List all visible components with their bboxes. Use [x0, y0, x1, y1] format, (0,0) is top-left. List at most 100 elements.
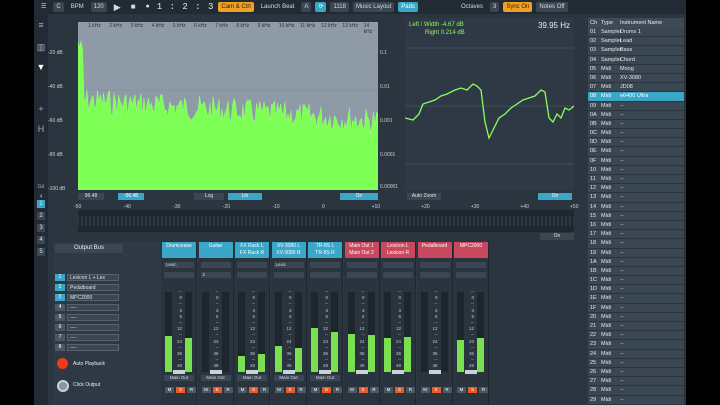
- output-bus-item[interactable]: 3 MPC2000: [55, 294, 119, 301]
- record-arm-button[interactable]: R: [442, 387, 452, 393]
- table-row[interactable]: 1D Midi --: [588, 285, 684, 295]
- mute-button[interactable]: M: [165, 387, 174, 393]
- table-row[interactable]: 22 Midi --: [588, 331, 684, 341]
- keyboard-icon[interactable]: ▥: [36, 42, 46, 52]
- main-out-select[interactable]: Main Out: [200, 375, 231, 381]
- output-bus-number[interactable]: 7: [55, 334, 65, 341]
- table-row[interactable]: 24 Midi --: [588, 349, 684, 359]
- output-bus-number[interactable]: 5: [55, 314, 65, 321]
- launch-beat-value[interactable]: A: [301, 2, 312, 12]
- main-out-select[interactable]: Main Out: [237, 375, 267, 381]
- send-select[interactable]: [237, 262, 267, 268]
- table-row[interactable]: 23 Midi --: [588, 340, 684, 350]
- record-icon[interactable]: ●: [143, 2, 153, 12]
- device-select[interactable]: 1118: [330, 2, 349, 12]
- table-row[interactable]: 26 Midi --: [588, 367, 684, 378]
- channel-number[interactable]: [419, 272, 450, 278]
- spectrum-on-button[interactable]: On: [340, 193, 378, 200]
- output-bus-item[interactable]: 8 ----: [55, 344, 119, 351]
- filter-icon[interactable]: ▼: [36, 62, 46, 72]
- fader-handle[interactable]: [246, 370, 258, 374]
- solo-button[interactable]: S: [249, 387, 258, 393]
- bars-icon[interactable]: ≡: [36, 20, 46, 30]
- mute-button[interactable]: M: [420, 387, 430, 393]
- c-button[interactable]: C: [53, 2, 64, 12]
- table-row[interactable]: 06 Midi XV-3080: [588, 73, 684, 84]
- table-row[interactable]: 16 Midi --: [588, 220, 684, 231]
- fader-handle[interactable]: [392, 370, 404, 374]
- send-select[interactable]: [346, 262, 377, 268]
- rail-number-button[interactable]: 2: [37, 212, 45, 220]
- output-bus-item[interactable]: 2 Pedalboard: [55, 284, 119, 291]
- table-row[interactable]: 18 Midi --: [588, 239, 684, 249]
- solo-button[interactable]: S: [212, 387, 222, 393]
- channel-number[interactable]: 2: [200, 272, 231, 278]
- channel-title[interactable]: Pedalboard: [417, 242, 452, 258]
- channel-title[interactable]: MPC2000: [454, 242, 488, 258]
- rail-number-button[interactable]: 5: [37, 248, 45, 256]
- mute-button[interactable]: M: [201, 387, 211, 393]
- fader-handle[interactable]: [209, 370, 222, 374]
- channel-title[interactable]: Lexicon L Lexicon R: [381, 242, 415, 258]
- mute-button[interactable]: M: [347, 387, 357, 393]
- table-row[interactable]: 07 Midi JD08: [588, 83, 684, 93]
- output-bus-number[interactable]: 6: [55, 324, 65, 331]
- solo-button[interactable]: S: [395, 387, 404, 393]
- record-arm-button[interactable]: R: [333, 387, 342, 393]
- table-row[interactable]: 03 Sampler Bass: [588, 46, 684, 56]
- cam-ctrl-button[interactable]: Cam & Ctrl: [218, 2, 254, 12]
- record-arm-button[interactable]: R: [223, 387, 233, 393]
- table-row[interactable]: 0E Midi --: [588, 147, 684, 157]
- pads-button[interactable]: Pads: [398, 2, 418, 12]
- rail-number-button[interactable]: 4: [37, 236, 45, 244]
- channel-number[interactable]: [164, 272, 194, 278]
- mute-button[interactable]: M: [274, 387, 284, 393]
- output-bus-item[interactable]: 6 ----: [55, 324, 119, 331]
- spectrum-range-button[interactable]: 96.48: [78, 193, 104, 200]
- fader-handle[interactable]: [428, 370, 441, 374]
- table-row[interactable]: 27 Midi --: [588, 377, 684, 387]
- main-out-select[interactable]: Main Out: [164, 375, 194, 381]
- channel-title[interactable]: FX Rack L FX Rack R: [235, 242, 269, 258]
- table-row[interactable]: 05 Midi Moog: [588, 64, 684, 74]
- table-row[interactable]: 25 Midi --: [588, 358, 684, 368]
- send-select[interactable]: Lexic: [164, 262, 194, 268]
- main-out-select[interactable]: Main Out: [273, 375, 304, 381]
- record-arm-button[interactable]: R: [296, 387, 306, 393]
- channel-number[interactable]: [456, 272, 486, 278]
- lin-button[interactable]: Lin: [228, 193, 262, 200]
- table-row[interactable]: 1F Midi --: [588, 303, 684, 313]
- output-bus-number[interactable]: 2: [55, 284, 65, 291]
- stop-icon[interactable]: ■: [128, 2, 139, 12]
- table-row[interactable]: 28 Midi --: [588, 386, 684, 396]
- notes-off-button[interactable]: Notes Off: [536, 2, 568, 12]
- click-output-knob[interactable]: [57, 380, 69, 392]
- instrument-table[interactable]: Ch Type Instrument Name 01 Sampler Drums 1…: [588, 18, 684, 405]
- rail-number-button[interactable]: 1: [37, 200, 45, 208]
- rail-number-button[interactable]: 3: [37, 224, 45, 232]
- record-arm-button[interactable]: R: [369, 387, 379, 393]
- solo-button[interactable]: S: [468, 387, 477, 393]
- channel-title[interactable]: XV-3080 L XV-3080 R: [271, 242, 306, 258]
- table-row[interactable]: 0F Midi --: [588, 156, 684, 166]
- table-row[interactable]: 1B Midi --: [588, 266, 684, 277]
- table-row[interactable]: 19 Midi --: [588, 248, 684, 258]
- output-bus-item[interactable]: 4 ----: [55, 304, 119, 311]
- fader-handle[interactable]: [355, 370, 368, 374]
- phase-on-button[interactable]: On: [538, 193, 572, 200]
- loop-icon[interactable]: ⟳: [315, 2, 327, 12]
- solo-button[interactable]: S: [322, 387, 331, 393]
- solo-button[interactable]: S: [285, 387, 295, 393]
- table-row[interactable]: 0B Midi --: [588, 119, 684, 130]
- output-bus-item[interactable]: 7 ----: [55, 334, 119, 341]
- auto-zoom-button[interactable]: Auto Zoom: [407, 193, 441, 200]
- output-bus-item[interactable]: 1 Lexicon L + Lex: [55, 274, 119, 281]
- main-out-select[interactable]: Main Out: [310, 375, 340, 381]
- channel-number[interactable]: [383, 272, 413, 278]
- auto-playback-button[interactable]: [57, 358, 68, 369]
- fader-handle[interactable]: [173, 370, 185, 374]
- channel-title[interactable]: Main Out 1 Main Out 2: [344, 242, 379, 258]
- fader-handle[interactable]: [465, 370, 477, 374]
- table-row[interactable]: 0A Midi --: [588, 110, 684, 120]
- solo-button[interactable]: S: [431, 387, 441, 393]
